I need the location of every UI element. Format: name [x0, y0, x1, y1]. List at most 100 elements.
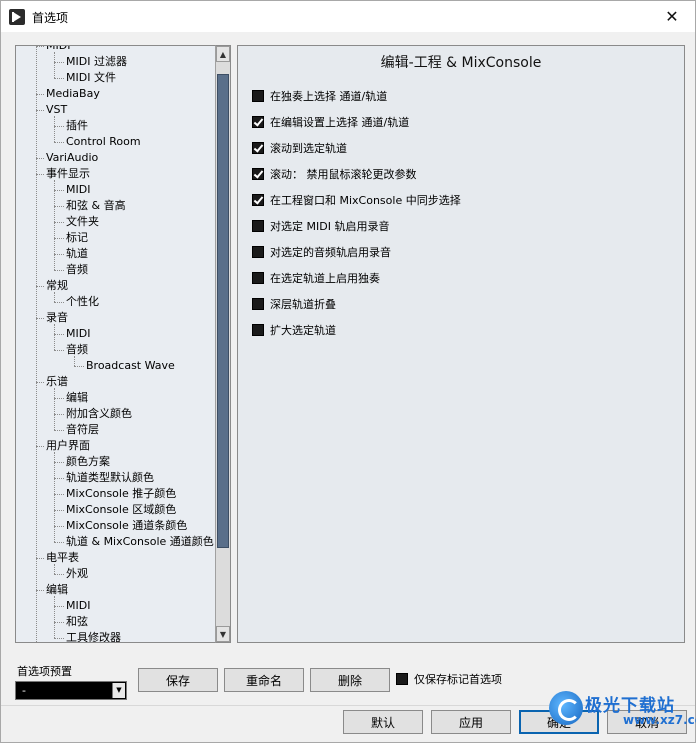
tree-connector: [54, 350, 64, 351]
tree-connector: [54, 116, 55, 142]
option-row[interactable]: 在工程窗口和 MixConsole 中同步选择: [252, 191, 461, 209]
tree-item[interactable]: 常规: [46, 278, 68, 294]
option-row[interactable]: 滚动到选定轨道: [252, 139, 347, 157]
tree-item[interactable]: 附加含义颜色: [66, 406, 132, 422]
tree-item[interactable]: MIDI 文件: [66, 70, 116, 86]
tree-connector: [36, 286, 44, 287]
option-row[interactable]: 对选定的音频轨启用录音: [252, 243, 391, 261]
option-checkbox[interactable]: [252, 220, 264, 232]
tree-item[interactable]: 工具修改器: [66, 630, 121, 642]
option-checkbox[interactable]: [252, 142, 264, 154]
option-row[interactable]: 深层轨道折叠: [252, 295, 336, 313]
option-row[interactable]: 扩大选定轨道: [252, 321, 336, 339]
tree-connector: [36, 110, 44, 111]
default-button[interactable]: 默认: [343, 710, 423, 734]
option-label: 在独奏上选择 通道/轨道: [270, 90, 388, 103]
tree-item[interactable]: MIDI: [66, 182, 90, 198]
tree-item[interactable]: 外观: [66, 566, 88, 582]
save-button[interactable]: 保存: [138, 668, 218, 692]
tree-connector: [54, 388, 55, 430]
tree-connector: [54, 478, 64, 479]
tree-item[interactable]: 个性化: [66, 294, 99, 310]
chevron-down-icon[interactable]: ▼: [112, 683, 125, 698]
option-row[interactable]: 在独奏上选择 通道/轨道: [252, 87, 387, 105]
watermark: 极光下载站 www.xz7.com: [549, 689, 696, 741]
option-row[interactable]: 对选定 MIDI 轨启用录音: [252, 217, 389, 235]
tree-item[interactable]: 颜色方案: [66, 454, 110, 470]
tree-item[interactable]: 编辑: [46, 582, 68, 598]
tree-item[interactable]: Broadcast Wave: [86, 358, 175, 374]
tree-item[interactable]: 音符层: [66, 422, 99, 438]
tree-item[interactable]: 标记: [66, 230, 88, 246]
settings-panel: 编辑-工程 & MixConsole 在独奏上选择 通道/轨道在编辑设置上选择 …: [237, 45, 685, 643]
tree-connector: [54, 206, 64, 207]
tree-item[interactable]: MixConsole 通道条颜色: [66, 518, 187, 534]
tree-item[interactable]: MixConsole 推子颜色: [66, 486, 176, 502]
tree-item[interactable]: MIDI 过滤器: [66, 54, 127, 70]
tree-connector: [74, 366, 84, 367]
tree-item[interactable]: 音频: [66, 262, 88, 278]
option-label: 对选定 MIDI 轨启用录音: [270, 220, 390, 233]
scroll-up-icon[interactable]: ▲: [216, 46, 230, 62]
tree-item[interactable]: Control Room: [66, 134, 141, 150]
tree-item[interactable]: MIDI: [46, 46, 70, 54]
tree-connector: [54, 238, 64, 239]
tree-item[interactable]: 编辑: [66, 390, 88, 406]
preset-value: -: [22, 684, 26, 697]
tree-item[interactable]: 文件夹: [66, 214, 99, 230]
tree-item[interactable]: 电平表: [46, 550, 79, 566]
tree-connector: [36, 590, 44, 591]
tree-connector: [54, 52, 55, 78]
tree-connector: [36, 558, 44, 559]
tree-item[interactable]: 录音: [46, 310, 68, 326]
tree-connector: [54, 292, 55, 302]
tree-connector: [36, 382, 44, 383]
preset-select[interactable]: - ▼: [15, 681, 127, 700]
tree-connector: [74, 356, 75, 366]
tree-connector: [36, 46, 44, 47]
keep-marked-row[interactable]: 仅保存标记首选项: [396, 671, 502, 687]
option-checkbox[interactable]: [252, 298, 264, 310]
scroll-down-icon[interactable]: ▼: [216, 626, 230, 642]
scroll-thumb[interactable]: [217, 74, 229, 548]
tree-item[interactable]: 用户界面: [46, 438, 90, 454]
tree-connector: [36, 446, 44, 447]
apply-button[interactable]: 应用: [431, 710, 511, 734]
delete-button[interactable]: 删除: [310, 668, 390, 692]
tree-item[interactable]: MixConsole 区域颜色: [66, 502, 176, 518]
tree-item[interactable]: VariAudio: [46, 150, 98, 166]
keep-marked-checkbox[interactable]: [396, 673, 408, 685]
tree-item[interactable]: MIDI: [66, 598, 90, 614]
panel-title: 编辑-工程 & MixConsole: [380, 55, 542, 71]
option-checkbox[interactable]: [252, 168, 264, 180]
tree-item[interactable]: 和弦 & 音高: [66, 198, 126, 214]
option-checkbox[interactable]: [252, 324, 264, 336]
tree-item[interactable]: VST: [46, 102, 67, 118]
tree-scrollbar[interactable]: ▲ ▼: [215, 45, 231, 643]
tree-connector: [54, 564, 55, 574]
tree-item[interactable]: 轨道: [66, 246, 88, 262]
rename-button[interactable]: 重命名: [224, 668, 304, 692]
tree-item[interactable]: MIDI: [66, 326, 90, 342]
option-checkbox[interactable]: [252, 116, 264, 128]
option-checkbox[interactable]: [252, 246, 264, 258]
tree-connector: [54, 302, 64, 303]
option-row[interactable]: 在选定轨道上启用独奏: [252, 269, 380, 287]
preferences-tree[interactable]: MIDI MIDI 过滤器 MIDI 文件 MediaBay VST 插件 Control …: [15, 45, 231, 643]
tree-item[interactable]: 事件显示: [46, 166, 90, 182]
tree-item[interactable]: 插件: [66, 118, 88, 134]
tree-item[interactable]: 和弦: [66, 614, 88, 630]
option-row[interactable]: 滚动： 禁用鼠标滚轮更改参数: [252, 165, 417, 183]
tree-item[interactable]: MediaBay: [46, 86, 100, 102]
tree-item[interactable]: 轨道 & MixConsole 通道颜色: [66, 534, 214, 550]
tree-connector: [54, 222, 64, 223]
option-row[interactable]: 在编辑设置上选择 通道/轨道: [252, 113, 409, 131]
option-checkbox[interactable]: [252, 194, 264, 206]
tree-item[interactable]: 音频: [66, 342, 88, 358]
tree-item[interactable]: 轨道类型默认颜色: [66, 470, 154, 486]
option-checkbox[interactable]: [252, 90, 264, 102]
tree-item[interactable]: 乐谱: [46, 374, 68, 390]
close-button[interactable]: ✕: [649, 1, 695, 32]
tree-connector: [54, 142, 64, 143]
option-checkbox[interactable]: [252, 272, 264, 284]
